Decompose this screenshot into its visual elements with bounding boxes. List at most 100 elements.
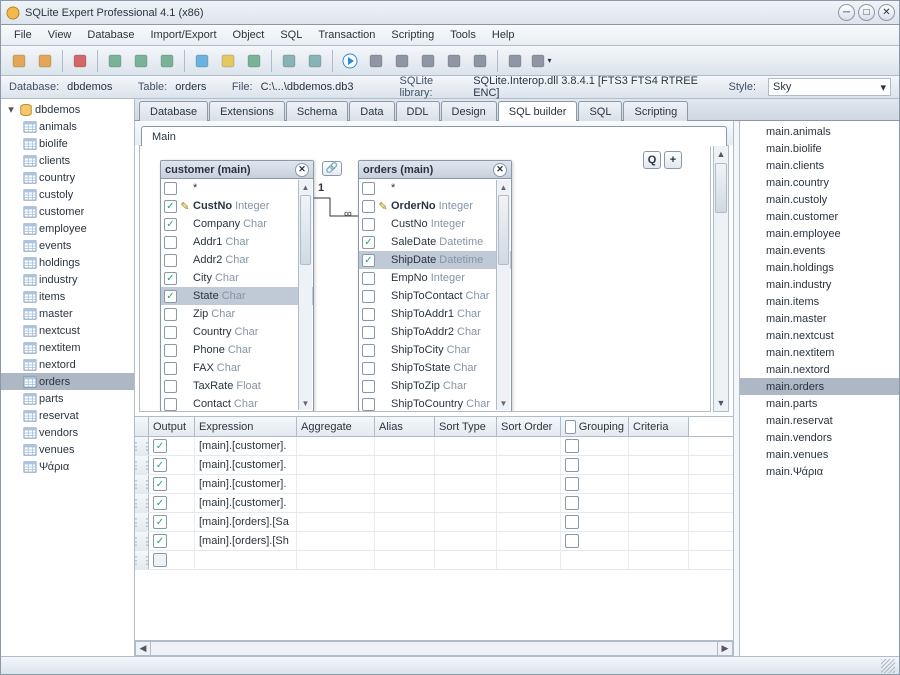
row-handle[interactable]: ⋮⋮: [135, 513, 149, 531]
tab-design[interactable]: Design: [441, 101, 497, 121]
tab-scripting[interactable]: Scripting: [623, 101, 688, 121]
tab-extensions[interactable]: Extensions: [209, 101, 285, 121]
tab-database[interactable]: Database: [139, 101, 208, 121]
tree-table-parts[interactable]: parts: [1, 390, 134, 407]
checkbox[interactable]: ✓: [164, 290, 177, 303]
tree-table-clients[interactable]: clients: [1, 152, 134, 169]
menu-view[interactable]: View: [41, 27, 79, 43]
tab-sql[interactable]: SQL: [578, 101, 622, 121]
grid-row[interactable]: ⋮⋮✓[main].[orders].[Sa: [135, 513, 733, 532]
tb-props[interactable]: [277, 49, 301, 73]
menu-importexport[interactable]: Import/Export: [143, 27, 223, 43]
gridcol-sorttype[interactable]: Sort Type: [435, 417, 497, 436]
objlist-item[interactable]: main.holdings: [740, 259, 899, 276]
objlist-item[interactable]: main.industry: [740, 276, 899, 293]
checkbox[interactable]: [565, 515, 579, 529]
query-canvas[interactable]: Q + customer (main)✕*✓✎ CustNo Integer✓ …: [139, 145, 711, 412]
tab-main-sub[interactable]: Main: [141, 126, 727, 146]
tree-table-customer[interactable]: customer: [1, 203, 134, 220]
gridcol-aggregate[interactable]: Aggregate: [297, 417, 375, 436]
tb-grid-c[interactable]: [155, 49, 179, 73]
checkbox[interactable]: [164, 308, 177, 321]
objlist-item[interactable]: main.nextcust: [740, 327, 899, 344]
querytable-customer[interactable]: customer (main)✕*✓✎ CustNo Integer✓ Comp…: [160, 160, 314, 412]
objlist-item[interactable]: main.nextitem: [740, 344, 899, 361]
checkbox[interactable]: [565, 534, 579, 548]
grid-row[interactable]: ⋮⋮: [135, 551, 733, 570]
menu-transaction[interactable]: Transaction: [311, 27, 382, 43]
checkbox[interactable]: ✓: [153, 458, 167, 472]
table-vscroll[interactable]: ▲▼: [298, 180, 312, 410]
tb-view-b[interactable]: [216, 49, 240, 73]
grid-row[interactable]: ⋮⋮✓[main].[orders].[Sh: [135, 532, 733, 551]
resize-grip-icon[interactable]: [881, 659, 895, 673]
tb-grid-a[interactable]: [103, 49, 127, 73]
tree-table-nextitem[interactable]: nextitem: [1, 339, 134, 356]
checkbox[interactable]: ✓: [164, 200, 177, 213]
row-handle[interactable]: ⋮⋮: [135, 551, 149, 569]
tree-table-custoly[interactable]: custoly: [1, 186, 134, 203]
grid-row[interactable]: ⋮⋮✓[main].[customer].: [135, 456, 733, 475]
grid-hscroll[interactable]: ◀ ▶: [135, 640, 733, 656]
objlist-item[interactable]: main.animals: [740, 123, 899, 140]
row-handle[interactable]: ⋮⋮: [135, 532, 149, 550]
objlist-item[interactable]: main.clients: [740, 157, 899, 174]
gridcol-grouping[interactable]: Grouping: [561, 417, 629, 436]
menu-tools[interactable]: Tools: [443, 27, 483, 43]
scroll-right-icon[interactable]: ▶: [717, 641, 733, 656]
tb-open-db[interactable]: [33, 49, 57, 73]
tb-help[interactable]: ▾: [529, 49, 553, 73]
gridcol-expression[interactable]: Expression: [195, 417, 297, 436]
tree-table-orders[interactable]: orders: [1, 373, 134, 390]
tree-table-biolife[interactable]: biolife: [1, 135, 134, 152]
checkbox[interactable]: [164, 362, 177, 375]
objlist-item[interactable]: main.nextord: [740, 361, 899, 378]
objlist-item[interactable]: main.orders: [740, 378, 899, 395]
tb-opts[interactable]: [303, 49, 327, 73]
tree-table-events[interactable]: events: [1, 237, 134, 254]
checkbox[interactable]: [164, 254, 177, 267]
objlist-item[interactable]: main.vendors: [740, 429, 899, 446]
tree-table-nextord[interactable]: nextord: [1, 356, 134, 373]
checkbox[interactable]: ✓: [164, 272, 177, 285]
objlist-item[interactable]: main.venues: [740, 446, 899, 463]
checkbox[interactable]: [164, 182, 177, 195]
table-vscroll[interactable]: ▲▼: [496, 180, 510, 410]
checkbox[interactable]: [362, 218, 375, 231]
gridcol-criteria[interactable]: Criteria: [629, 417, 689, 436]
checkbox[interactable]: [362, 380, 375, 393]
canvas-vscroll[interactable]: ▲ ▼: [713, 145, 729, 412]
tree-table-employee[interactable]: employee: [1, 220, 134, 237]
minimize-button[interactable]: ─: [838, 4, 855, 21]
objlist-item[interactable]: main.biolife: [740, 140, 899, 157]
checkbox[interactable]: [164, 236, 177, 249]
maximize-button[interactable]: □: [858, 4, 875, 21]
checkbox[interactable]: [565, 477, 579, 491]
checkbox[interactable]: [362, 326, 375, 339]
checkbox[interactable]: [164, 344, 177, 357]
objlist-item[interactable]: main.master: [740, 310, 899, 327]
tab-sql-builder[interactable]: SQL builder: [498, 101, 578, 121]
tree-table-animals[interactable]: animals: [1, 118, 134, 135]
tb-run[interactable]: [338, 49, 362, 73]
menu-database[interactable]: Database: [80, 27, 141, 43]
tb-prev[interactable]: [416, 49, 440, 73]
checkbox[interactable]: [362, 344, 375, 357]
search-button[interactable]: Q: [643, 151, 661, 169]
gridcol-alias[interactable]: Alias: [375, 417, 435, 436]
tb-first[interactable]: [390, 49, 414, 73]
menu-object[interactable]: Object: [226, 27, 272, 43]
tree-table-holdings[interactable]: holdings: [1, 254, 134, 271]
tb-next[interactable]: [442, 49, 466, 73]
tb-grid-b[interactable]: [129, 49, 153, 73]
style-select[interactable]: Sky ▾: [768, 78, 891, 96]
menu-sql[interactable]: SQL: [273, 27, 309, 43]
row-handle[interactable]: ⋮⋮: [135, 437, 149, 455]
close-icon[interactable]: ✕: [295, 163, 309, 177]
close-icon[interactable]: ✕: [493, 163, 507, 177]
object-list[interactable]: main.animalsmain.biolifemain.clients main…: [739, 121, 899, 656]
checkbox[interactable]: [565, 420, 576, 434]
checkbox[interactable]: [164, 398, 177, 411]
objlist-item[interactable]: main.employee: [740, 225, 899, 242]
scroll-down-icon[interactable]: ▼: [714, 395, 728, 411]
